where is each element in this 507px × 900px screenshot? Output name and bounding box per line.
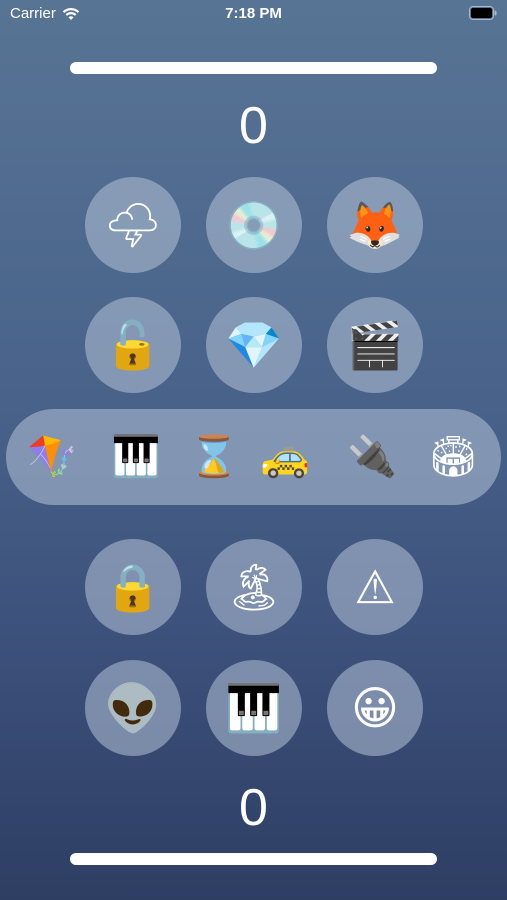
stadium-icon: 🏟 (427, 434, 479, 480)
bottom-grid-cell-2[interactable]: 🏝 (206, 539, 302, 635)
hourglass-icon: ⌛ (189, 434, 239, 480)
shared-emoji-row: 🪁 🎹 ⌛ 🚕 🔌 🏟 (6, 409, 501, 505)
lock-icon: 🔒 (104, 560, 162, 614)
row-item-3[interactable]: ⌛ (189, 433, 239, 481)
warning-icon: ⚠ (354, 560, 396, 614)
piano-keys-icon: 🎹 (111, 434, 161, 480)
bottom-player-bar (70, 853, 437, 865)
status-bar: Carrier 7:18 PM (0, 0, 507, 28)
bottom-grid-cell-3[interactable]: ⚠ (327, 539, 423, 635)
top-grid-cell-3[interactable]: 🦊 (327, 177, 423, 273)
row-item-2[interactable]: 🎹 (111, 433, 161, 481)
plug-icon: 🔌 (347, 434, 397, 480)
top-grid-cell-1[interactable]: 🌩 (85, 177, 181, 273)
taxi-icon: 🚕 (260, 434, 310, 480)
open-lock-icon: 🔓 (104, 318, 162, 372)
diamond-icon: 💎 (225, 318, 283, 372)
bottom-grid-cell-5[interactable]: 🎹 (206, 660, 302, 756)
row-item-6[interactable]: 🏟 (427, 433, 479, 481)
top-grid-cell-2[interactable]: 💿 (206, 177, 302, 273)
cd-disc-icon: 💿 (225, 198, 283, 252)
clapper-board-icon: 🎬 (346, 318, 404, 372)
top-grid-cell-4[interactable]: 🔓 (85, 297, 181, 393)
top-grid-cell-5[interactable]: 💎 (206, 297, 302, 393)
top-score: 0 (239, 97, 268, 155)
top-grid-cell-6[interactable]: 🎬 (327, 297, 423, 393)
battery-icon (469, 6, 497, 20)
alien-icon: 👽 (104, 681, 162, 735)
row-item-5[interactable]: 🔌 (347, 433, 397, 481)
piano-icon: 🎹 (225, 681, 283, 735)
fox-icon: 🦊 (346, 198, 404, 252)
island-icon: 🏝 (224, 560, 284, 614)
status-time: 7:18 PM (225, 5, 282, 22)
top-player-bar (70, 62, 437, 74)
bottom-score: 0 (239, 779, 268, 837)
bottom-grid-cell-1[interactable]: 🔒 (85, 539, 181, 635)
bottom-grid-cell-6[interactable]: 😀 (327, 660, 423, 756)
row-item-4[interactable]: 🚕 (260, 433, 310, 481)
cloud-lightning-icon: 🌩 (103, 198, 163, 252)
row-item-1[interactable]: 🪁 (27, 433, 77, 481)
bottom-grid-cell-4[interactable]: 👽 (85, 660, 181, 756)
kite-icon: 🪁 (27, 434, 77, 480)
grinning-face-icon: 😀 (351, 681, 399, 735)
